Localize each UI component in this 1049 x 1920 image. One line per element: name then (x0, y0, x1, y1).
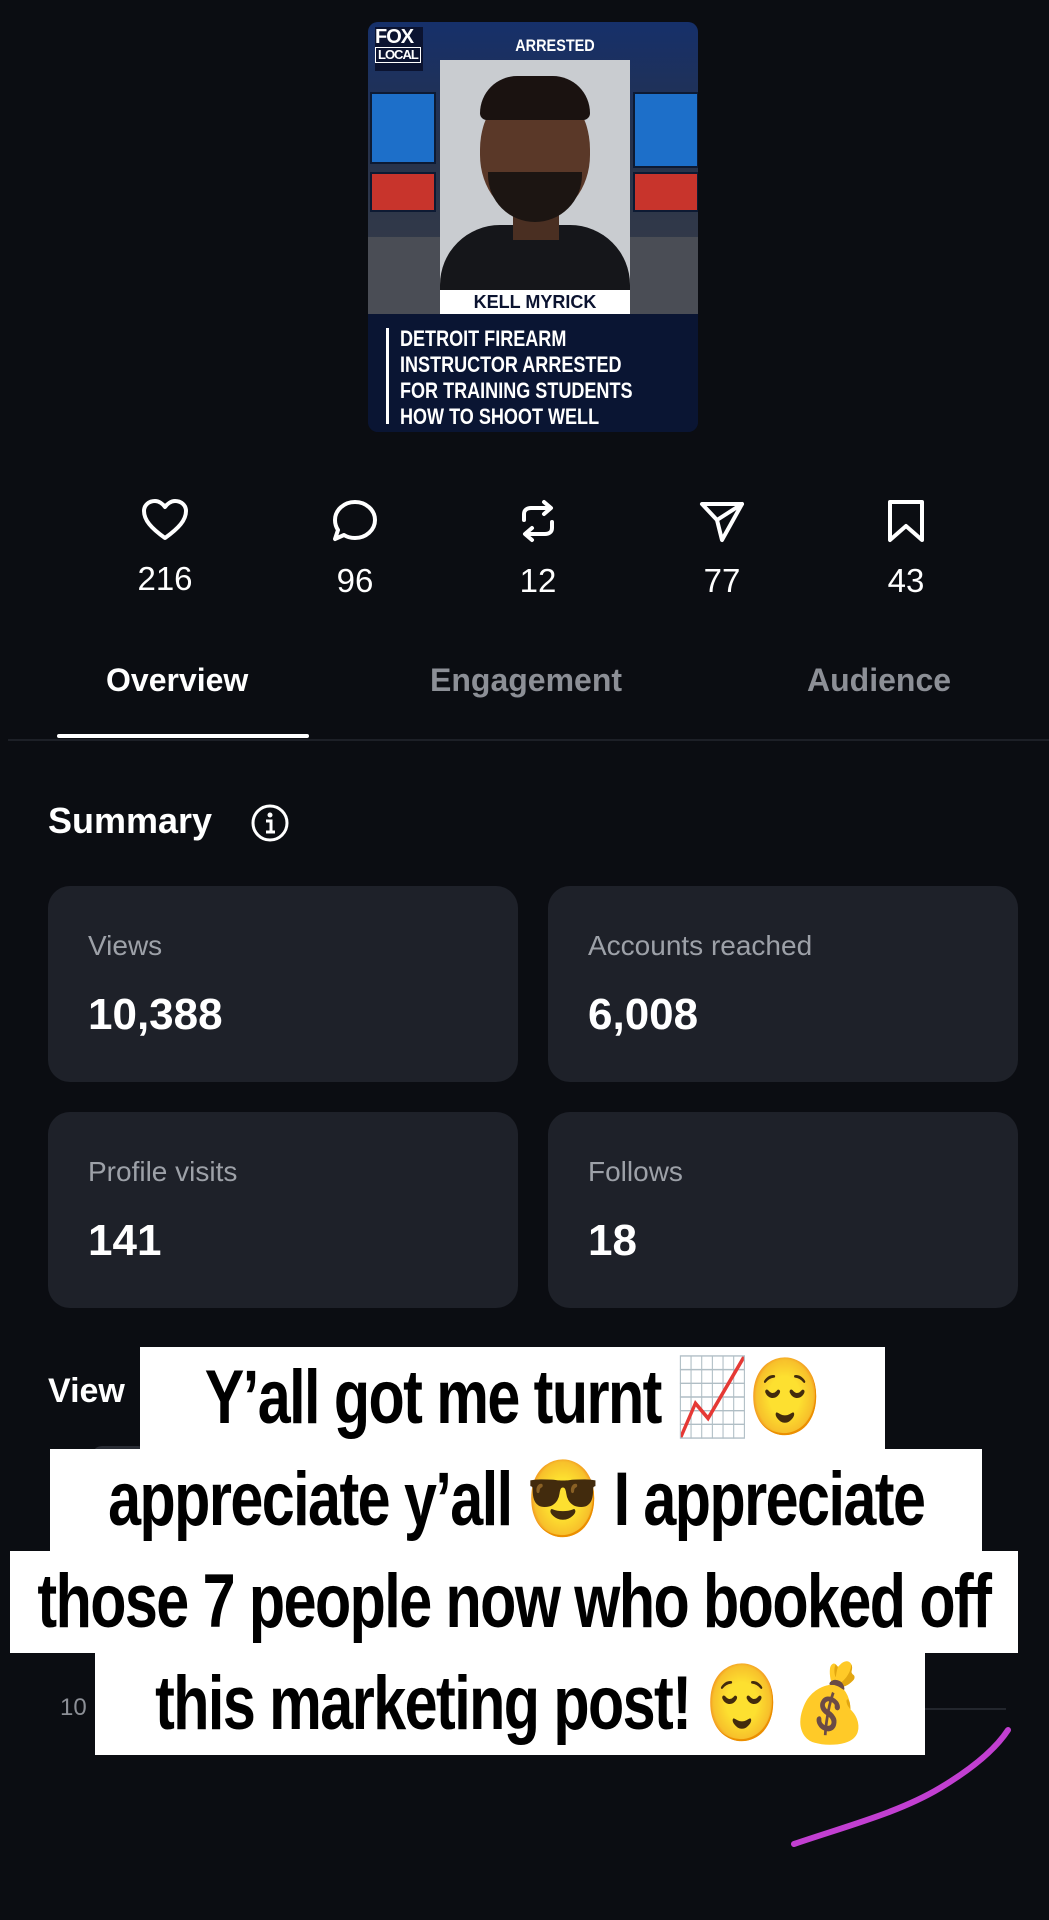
card-value: 18 (588, 1216, 637, 1265)
reposts-stat[interactable]: 12 (478, 498, 598, 600)
saves-stat[interactable]: 43 (846, 498, 966, 600)
tab-audience[interactable]: Audience (807, 662, 951, 699)
headline-line: INSTRUCTOR ARRESTED (400, 352, 622, 377)
profile-visits-card[interactable]: Profile visits 141 (48, 1112, 518, 1308)
comments-stat[interactable]: 96 (295, 498, 415, 600)
views-card[interactable]: Views 10,388 (48, 886, 518, 1082)
card-value: 141 (88, 1216, 162, 1265)
accounts-reached-card[interactable]: Accounts reached 6,008 (548, 886, 1018, 1082)
card-label: Follows (588, 1156, 683, 1187)
active-tab-indicator (57, 734, 309, 738)
follows-card[interactable]: Follows 18 (548, 1112, 1018, 1308)
headline-line: HOW TO SHOOT WELL (400, 404, 600, 429)
headline-line: FOR TRAINING STUDENTS (400, 378, 633, 403)
caption-line: those 7 people now who booked off (10, 1551, 1018, 1653)
tab-overview[interactable]: Overview (106, 662, 248, 699)
summary-heading: Summary (48, 800, 213, 841)
person-name-label: KELL MYRICK (440, 290, 630, 314)
chart-axis-tick: 10 (60, 1694, 87, 1721)
card-value: 10,388 (88, 990, 223, 1039)
bookmark-icon (888, 500, 924, 542)
tab-engagement[interactable]: Engagement (430, 662, 622, 699)
card-value: 6,008 (588, 990, 699, 1039)
fox-local-logo: FOX LOCAL (375, 27, 423, 71)
arrested-tag: ARRESTED (515, 36, 595, 55)
card-label: Views (88, 930, 163, 961)
mugshot-photo (440, 60, 630, 290)
post-thumbnail[interactable]: FOX LOCAL ARRESTED KELL MYRICK DETROIT F… (368, 22, 698, 432)
info-icon[interactable] (250, 803, 290, 843)
card-label: Profile visits (88, 1156, 238, 1187)
reposts-count: 12 (519, 562, 557, 599)
caption-line: Y’all got me turnt 📈😌 (140, 1347, 885, 1449)
heart-icon (142, 499, 188, 540)
card-label: Accounts reached (588, 930, 813, 961)
caption-line: appreciate y’all 😎 I appreciate (50, 1449, 982, 1551)
shares-stat[interactable]: 77 (662, 498, 782, 600)
tab-divider (8, 739, 1049, 741)
saves-count: 43 (887, 562, 925, 599)
repost-icon (522, 500, 554, 542)
caption-line: this marketing post! 😌 💰 (95, 1653, 925, 1755)
shares-count: 77 (703, 562, 741, 599)
comment-icon (333, 500, 377, 541)
likes-count: 216 (137, 560, 193, 597)
views-section-heading: View (48, 1372, 125, 1410)
news-headline: DETROIT FIREARM INSTRUCTOR ARRESTED FOR … (368, 318, 698, 432)
share-icon (700, 502, 744, 542)
comments-count: 96 (336, 562, 374, 599)
headline-line: DETROIT FIREARM (400, 326, 567, 351)
likes-stat[interactable]: 216 (105, 498, 225, 598)
